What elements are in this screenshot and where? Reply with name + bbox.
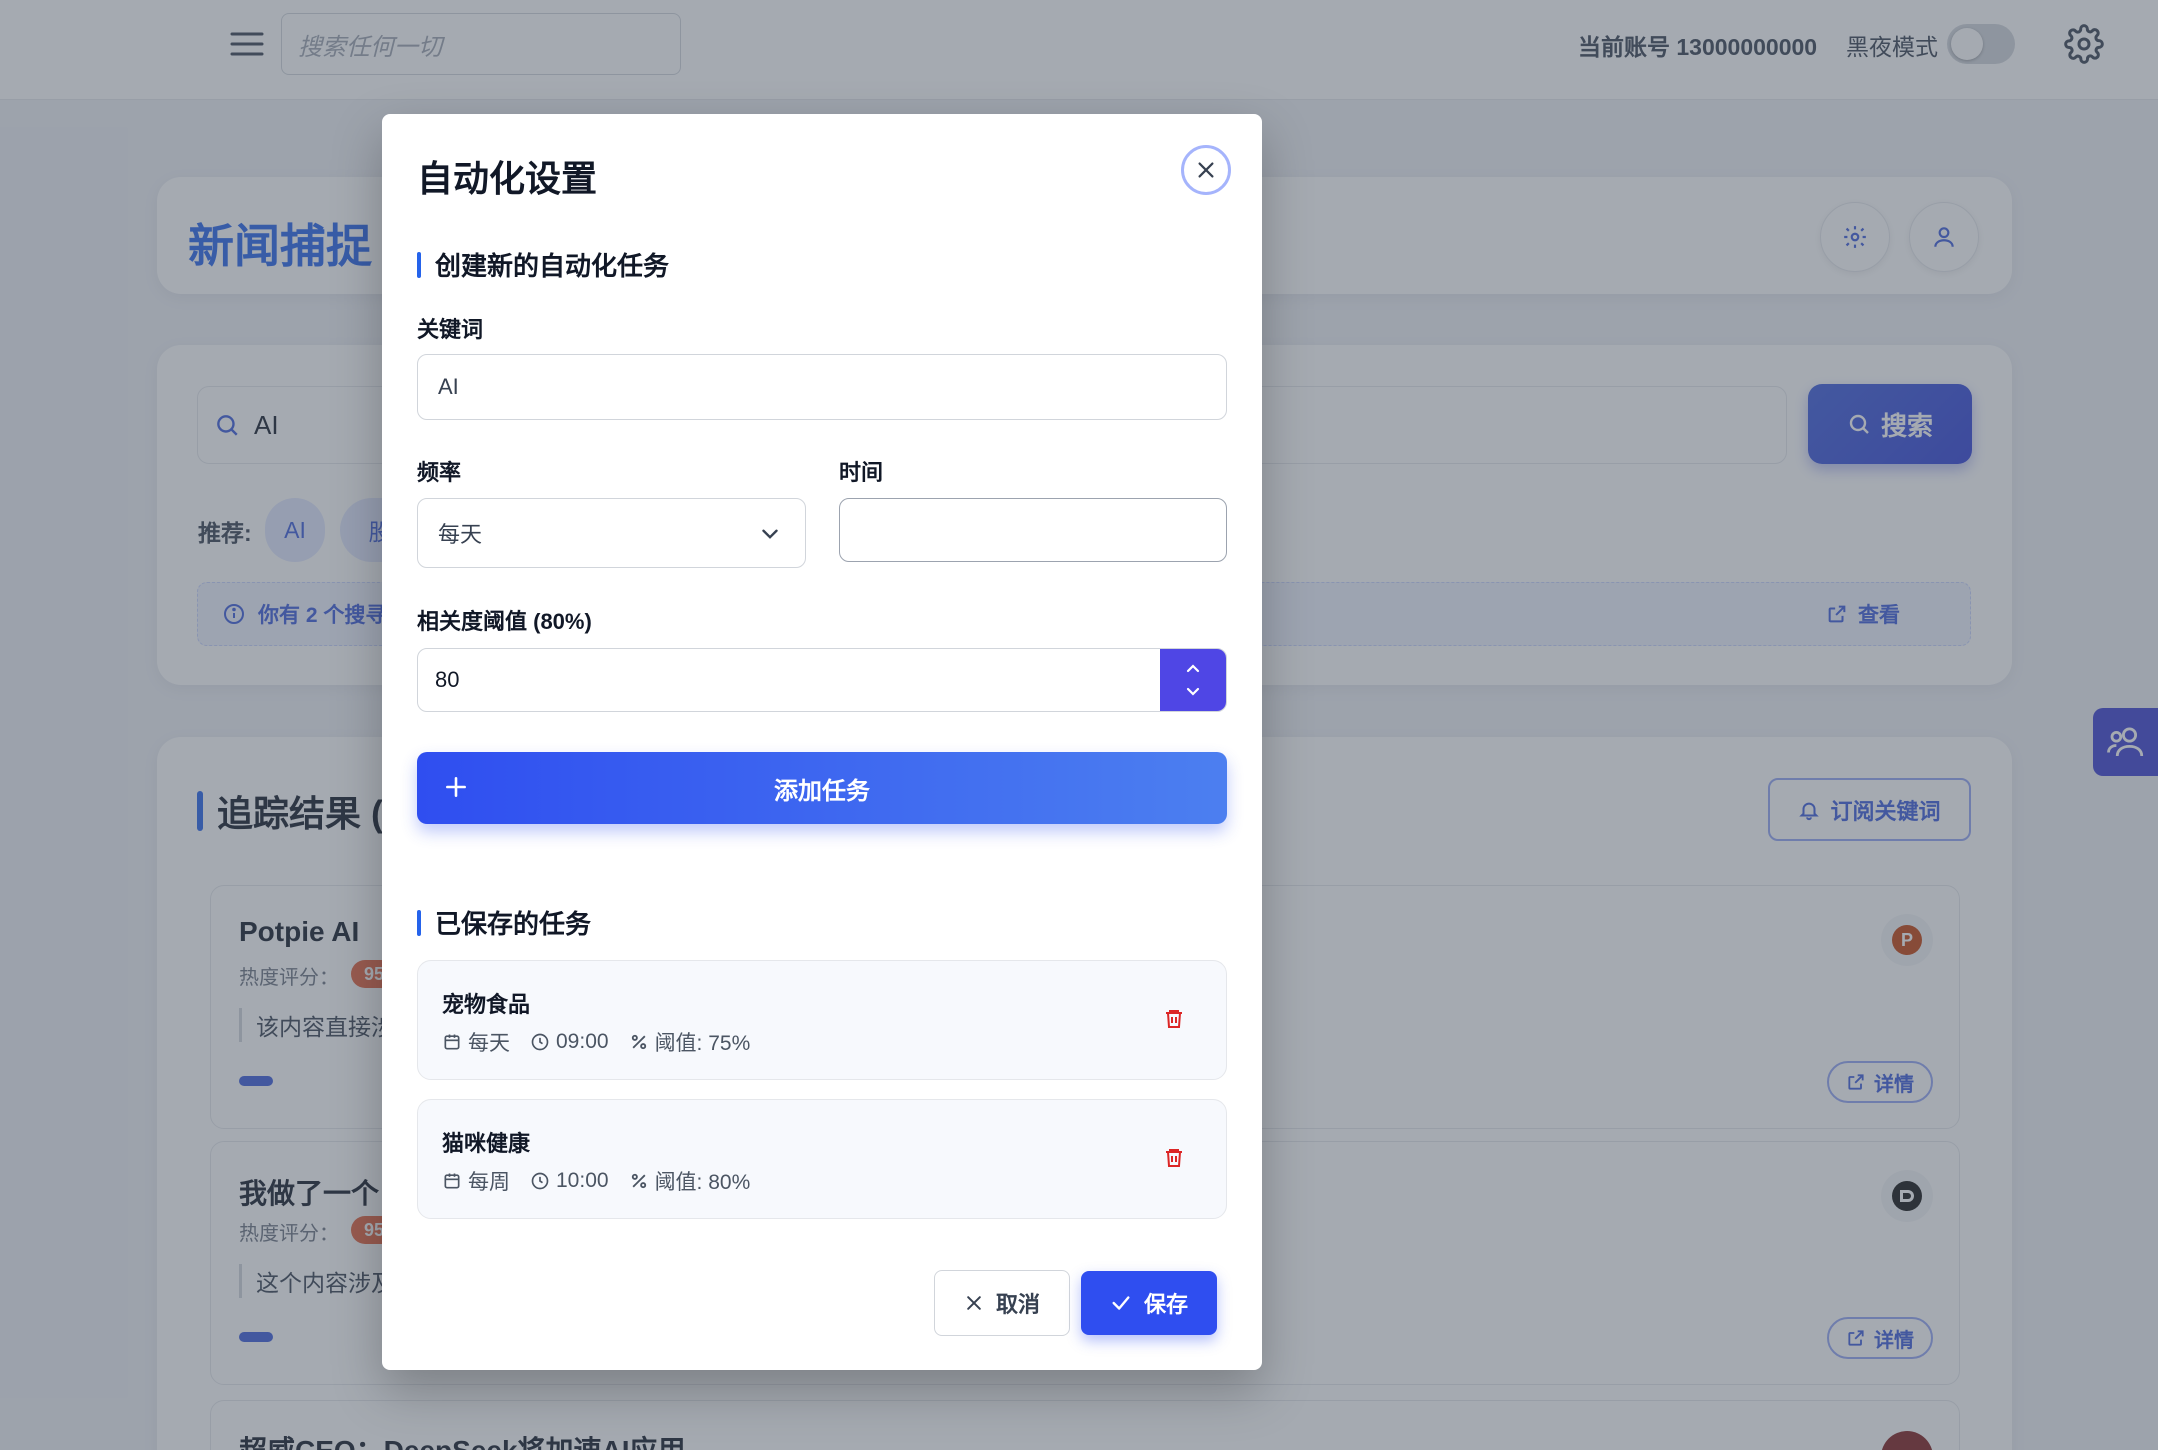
task-time: 09:00 <box>556 1030 609 1053</box>
create-section-text: 创建新的自动化任务 <box>435 251 670 281</box>
percent-icon <box>631 1034 646 1050</box>
threshold-value: 80 <box>435 667 460 692</box>
create-section-title: 创建新的自动化任务 <box>417 246 669 283</box>
chevron-down-icon <box>1186 687 1200 696</box>
frequency-label: 频率 <box>417 460 462 485</box>
frequency-value: 每天 <box>438 522 483 547</box>
chevron-down-icon <box>762 529 778 539</box>
threshold-label: 相关度阈值 (80%) <box>417 609 592 634</box>
task-name: 宠物食品 <box>442 992 531 1017</box>
task-threshold: 阈值: 75% <box>654 1032 751 1055</box>
close-button[interactable] <box>1181 145 1231 195</box>
keyword-input[interactable]: AI <box>417 354 1227 420</box>
time-label: 时间 <box>839 460 884 485</box>
threshold-stepper[interactable]: 80 <box>417 648 1227 712</box>
clock-icon <box>531 1172 549 1190</box>
section-accent-bar <box>417 251 421 278</box>
time-input[interactable] <box>839 498 1227 562</box>
stepper-controls[interactable] <box>1160 649 1226 711</box>
saved-section-title: 已保存的任务 <box>417 904 591 941</box>
save-button[interactable]: 保存 <box>1081 1271 1217 1335</box>
calendar-icon <box>444 1034 460 1050</box>
cancel-label: 取消 <box>995 1292 1040 1317</box>
task-meta: 每天 09:00 阈值: 75% <box>442 1027 750 1057</box>
task-threshold: 阈值: 80% <box>654 1171 751 1194</box>
trash-icon[interactable] <box>1162 1146 1186 1170</box>
trash-icon[interactable] <box>1162 1007 1186 1031</box>
task-frequency: 每周 <box>468 1171 510 1194</box>
section-accent-bar <box>417 909 421 936</box>
task-meta: 每周 10:00 阈值: 80% <box>442 1166 750 1196</box>
cancel-button[interactable]: 取消 <box>934 1270 1070 1336</box>
check-icon <box>1112 1296 1130 1310</box>
plus-icon <box>446 777 466 797</box>
saved-task: 猫咪健康 每周 10:00 阈值: 80% <box>417 1099 1227 1219</box>
automation-settings-dialog: 自动化设置 创建新的自动化任务 关键词 AI 频率 每天 时间 相关度阈值 (8… <box>382 114 1262 1370</box>
task-name: 猫咪健康 <box>442 1131 531 1156</box>
task-frequency: 每天 <box>468 1032 510 1055</box>
add-task-button[interactable]: 添加任务 <box>417 752 1227 824</box>
percent-icon <box>631 1173 646 1189</box>
close-icon <box>1198 162 1214 178</box>
close-icon <box>967 1296 981 1310</box>
chevron-up-icon <box>1186 664 1200 673</box>
keyword-value: AI <box>438 374 459 399</box>
clock-icon <box>531 1033 549 1051</box>
saved-section-text: 已保存的任务 <box>435 909 592 939</box>
calendar-icon <box>444 1173 460 1189</box>
keyword-label: 关键词 <box>417 317 484 342</box>
task-time: 10:00 <box>556 1169 609 1192</box>
save-label: 保存 <box>1143 1292 1188 1317</box>
dialog-title: 自动化设置 <box>417 158 598 199</box>
frequency-select[interactable]: 每天 <box>417 498 806 568</box>
add-task-label: 添加任务 <box>774 777 870 805</box>
saved-task: 宠物食品 每天 09:00 阈值: 75% <box>417 960 1227 1080</box>
